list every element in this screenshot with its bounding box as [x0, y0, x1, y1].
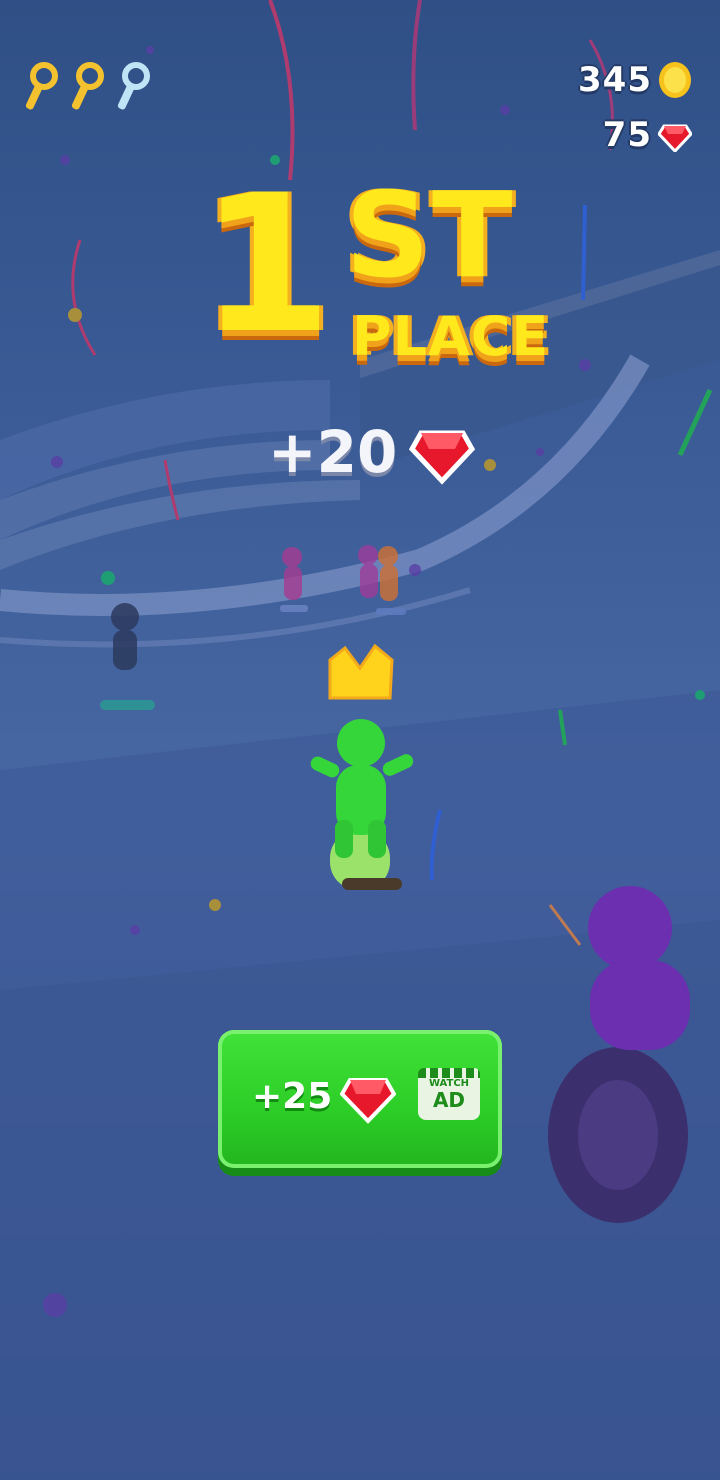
- place-number: 1: [200, 154, 333, 375]
- gem-counter: 75: [603, 115, 692, 155]
- key-icon: [117, 62, 150, 110]
- clapper-icon: [418, 1068, 480, 1078]
- watch-ad-tag: WATCH AD: [418, 1068, 480, 1120]
- place-suffix: ST: [345, 166, 515, 304]
- gem-icon: [409, 430, 476, 485]
- race-reward-text: +20: [268, 418, 398, 486]
- watch-ad-button[interactable]: +25 WATCH AD: [218, 1030, 502, 1168]
- coin-counter: 345: [578, 60, 692, 100]
- gem-count: 75: [602, 115, 652, 155]
- key-icon: [25, 62, 58, 110]
- placement-title: 1 ST PLACE: [200, 170, 550, 380]
- coin-count: 345: [578, 60, 652, 100]
- ad-reward-text: +25: [252, 1075, 333, 1117]
- rival-rider-pink: [358, 545, 378, 598]
- key-icon: [71, 62, 104, 110]
- ad-reward: +25: [252, 1068, 397, 1124]
- ad-label: AD: [432, 1088, 466, 1112]
- gem-icon: [658, 124, 692, 152]
- game-scene: 345 75 1 ST PLACE +20 +25 WATCH AD: [0, 0, 720, 1480]
- place-word: PLACE: [352, 305, 550, 368]
- coin-icon: [659, 62, 691, 98]
- gem-icon: [340, 1078, 397, 1124]
- rival-rider-dark: [100, 603, 155, 710]
- keys-row: [24, 62, 156, 114]
- race-reward: +20: [268, 418, 476, 486]
- crown-icon: [328, 643, 394, 700]
